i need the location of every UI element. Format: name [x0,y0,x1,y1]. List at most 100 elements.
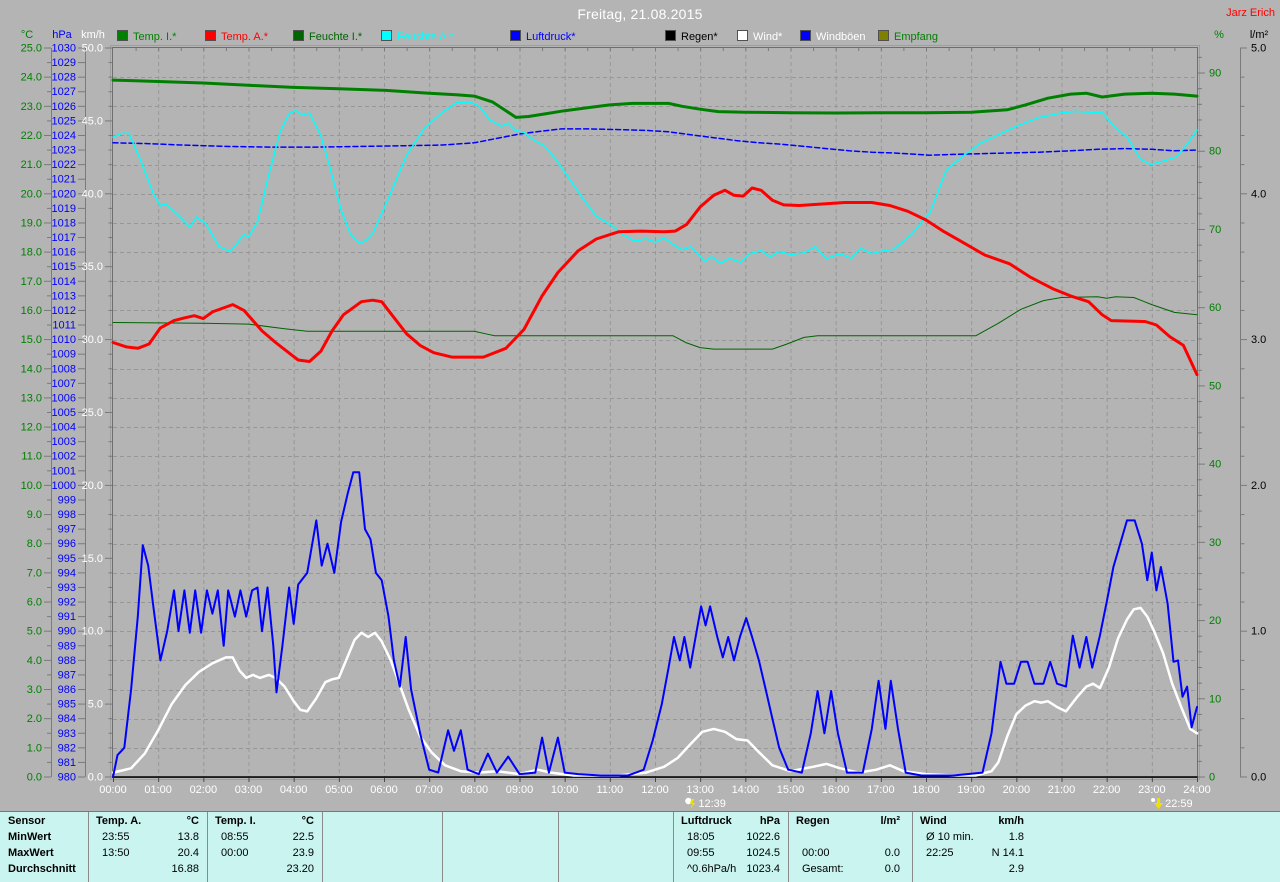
axis-tick-label: 11.0 [21,451,42,463]
axis-tick-label: 12.0 [21,422,42,434]
axis-tick-label: 60 [1209,302,1221,314]
axis-tick-label: 1027 [52,86,76,98]
axis-tick-label: 998 [58,509,76,521]
table-column-divider [673,812,674,882]
x-axis-label: 01:00 [144,784,172,796]
table-time-value: 00:00 [221,847,249,859]
axis-tick-label: 1007 [52,378,76,390]
axis-tick-label: 988 [58,655,76,667]
table-column-unit: l/m² [880,815,900,827]
axis-tick-label: 15.0 [82,553,103,565]
axis-tick-label: 50.0 [82,43,103,55]
table-column-header: Temp. A. [96,815,142,827]
marker-time-label: 12:39 [698,798,726,810]
axis-tick-label: 40 [1209,459,1221,471]
time-marker: 22:59 [1151,798,1193,810]
sun-icon [1151,798,1156,802]
x-axis-label: 14:00 [732,784,760,796]
table-column-divider [912,812,913,882]
axis-tick-label: 7.0 [27,567,42,579]
axis-tick-label: 1006 [52,392,76,404]
x-axis-label: 21:00 [1048,784,1076,796]
table-time-value: Gesamt: [802,863,844,875]
axis-tick-label: 70 [1209,224,1221,236]
axis-tick-label: 1002 [52,451,76,463]
axis-tick-label: 990 [58,626,76,638]
table-time-value: Ø 10 min. [926,831,974,843]
x-axis-label: 20:00 [1003,784,1031,796]
axis-tick-label: 30.0 [82,334,103,346]
axis-tick-label: 992 [58,597,76,609]
axis-tick-label: 1028 [52,72,76,84]
axis-tick-label: 1.0 [1251,626,1266,638]
x-axis-label: 09:00 [506,784,534,796]
table-column-divider [788,812,789,882]
axis-tick-label: 1014 [52,276,76,288]
table-measurement-value: 1.8 [1008,831,1024,843]
table-time-value: 00:00 [802,847,830,859]
axis-tick-label: 21.0 [21,159,42,171]
axis-tick-label: 1013 [52,290,76,302]
table-column-divider [207,812,208,882]
axis-tick-label: 986 [58,684,76,696]
x-axis-label: 06:00 [370,784,398,796]
axis-tick-label: 985 [58,699,76,711]
x-axis-label: 10:00 [551,784,579,796]
axis-tick-label: 5.0 [88,699,103,711]
table-column-unit: hPa [759,815,780,827]
axis-tick-label: 1018 [52,217,76,229]
table-column-header: Wind [920,815,947,827]
axis-tick-label: 994 [58,567,76,579]
table-time-value: 23:55 [102,831,130,843]
table-column-divider [88,812,89,882]
axis-tick-label: 0 [1209,772,1215,784]
x-axis-label: 22:00 [1093,784,1121,796]
axis-tick-label: 0.0 [27,772,42,784]
table-time-value: 18:05 [687,831,715,843]
axis-tick-label: 989 [58,640,76,652]
axis-tick-label: 6.0 [27,597,42,609]
x-axis-label: 03:00 [235,784,263,796]
x-axis-label: 05:00 [325,784,353,796]
axis-tick-label: 24.0 [21,72,42,84]
table-measurement-value: 0.0 [884,863,900,875]
axis-tick-label: 20.0 [21,188,42,200]
axis-tick-label: 1004 [52,422,76,434]
weather-chart-window: Freitag, 21.08.2015 Jarz Erich °C hPa km… [0,0,1280,882]
axis-tick-label: 8.0 [27,538,42,550]
axis-tick-label: 22.0 [21,130,42,142]
axis-tick-label: 1008 [52,363,76,375]
axis-tick-label: 1029 [52,57,76,69]
table-time-value: ^0.6hPa/h [687,863,737,875]
axis-tick-label: 16.0 [21,305,42,317]
table-row-label: MinWert [8,831,52,843]
x-axis-label: 11:00 [596,784,623,796]
x-axis-label: 13:00 [686,784,714,796]
axis-tick-label: 1001 [52,465,76,477]
axis-tick-label: 13.0 [21,392,42,404]
axis-tick-label: 982 [58,742,76,754]
axis-tick-label: 25.0 [21,43,42,55]
axis-tick-label: 20.0 [82,480,103,492]
x-axis-label: 16:00 [822,784,850,796]
axis-tick-label: 984 [58,713,76,725]
axis-tick-label: 1010 [52,334,76,346]
axis-tick-label: 1022 [52,159,76,171]
axis-tick-label: 987 [58,669,76,681]
table-row-label: Sensor [8,815,46,827]
x-axis-label: 17:00 [867,784,895,796]
axis-tick-label: 50 [1209,380,1221,392]
axis-tick-label: 1023 [52,145,76,157]
x-axis-label: 08:00 [461,784,489,796]
table-column-header: Regen [796,815,830,827]
table-measurement-value: 1023.4 [746,863,780,875]
table-column-divider [442,812,443,882]
axis-tick-label: 1019 [52,203,76,215]
axis-tick-label: 5.0 [1251,43,1266,55]
axis-tick-label: 15.0 [21,334,42,346]
axis-tick-label: 997 [58,524,76,536]
axis-tick-label: 1017 [52,232,76,244]
table-measurement-value: 1022.6 [746,831,780,843]
table-measurement-value: 20.4 [177,847,199,859]
axis-tick-label: 1015 [52,261,76,273]
